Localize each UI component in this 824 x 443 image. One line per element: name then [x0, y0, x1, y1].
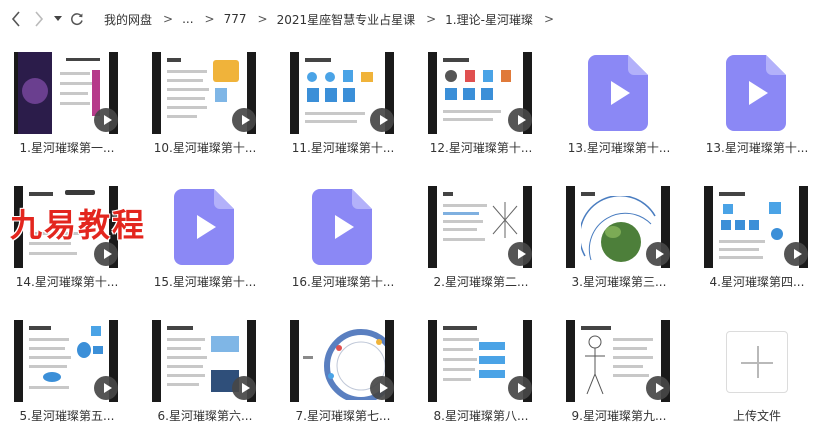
file-tile[interactable]: 8.星河璀璨第八... [414, 306, 542, 434]
video-thumbnail [290, 320, 394, 402]
play-icon [94, 376, 118, 400]
file-tile[interactable]: 5.星河璀璨第五... [0, 306, 128, 434]
file-tile[interactable]: 6.星河璀璨第六... [138, 306, 266, 434]
play-icon [508, 376, 532, 400]
breadcrumb-separator: > [543, 12, 555, 26]
play-icon [646, 242, 670, 266]
file-tile[interactable]: 9.星河璀璨第九... [552, 306, 680, 434]
upload-tile[interactable]: 上传文件 [690, 306, 818, 434]
file-name: 16.星河璀璨第十... [291, 275, 395, 289]
back-button[interactable] [8, 9, 24, 29]
file-name: 12.星河璀璨第十... [429, 141, 533, 155]
file-name: 9.星河璀璨第九... [571, 409, 667, 423]
refresh-button[interactable] [69, 9, 85, 29]
file-name: 5.星河璀璨第五... [19, 409, 115, 423]
play-icon [646, 376, 670, 400]
file-name: 2.星河璀璨第二... [433, 275, 529, 289]
file-tile[interactable]: 7.星河璀璨第七... [276, 306, 404, 434]
file-grid: 1.星河璀璨第一... 10.星河璀璨第十... 11.星河璀璨第十... 12… [0, 38, 824, 443]
video-file-thumbnail [290, 186, 394, 268]
forward-button[interactable] [31, 9, 47, 29]
file-tile[interactable]: 13.星河璀璨第十... [552, 38, 680, 166]
play-icon [370, 108, 394, 132]
play-icon [784, 242, 808, 266]
play-icon [508, 108, 532, 132]
breadcrumb-my-drive[interactable]: 我的网盘 [104, 11, 152, 28]
video-thumbnail [152, 320, 256, 402]
file-tile[interactable]: 11.星河璀璨第十... [276, 38, 404, 166]
breadcrumb-course-folder[interactable]: 2021星座智慧专业占星课 [277, 11, 416, 28]
file-tile[interactable]: 4.星河璀璨第四... [690, 172, 818, 300]
breadcrumb-ellipsis[interactable]: ... [182, 12, 193, 26]
file-tile[interactable]: 14.星河璀璨第十... [0, 172, 128, 300]
video-file-thumbnail [704, 52, 808, 134]
video-file-thumbnail [152, 186, 256, 268]
breadcrumb-separator: > [426, 12, 437, 26]
breadcrumb-separator: > [163, 12, 174, 26]
play-icon [94, 108, 118, 132]
upload-area [704, 331, 808, 413]
file-tile[interactable]: 2.星河璀璨第二... [414, 172, 542, 300]
file-name: 3.星河璀璨第三... [571, 275, 667, 289]
file-name: 14.星河璀璨第十... [15, 275, 119, 289]
video-thumbnail [428, 52, 532, 134]
file-tile[interactable]: 3.星河璀璨第三... [552, 172, 680, 300]
file-name: 13.星河璀璨第十... [567, 141, 671, 155]
plus-icon [726, 331, 788, 393]
video-file-icon [726, 55, 786, 131]
video-thumbnail [14, 320, 118, 402]
breadcrumb-folder-777[interactable]: 777 [224, 12, 247, 26]
video-thumbnail [566, 320, 670, 402]
breadcrumb: 我的网盘 > ... > 777 > 2021星座智慧专业占星课 > 1.理论-… [104, 10, 563, 28]
play-icon [370, 376, 394, 400]
video-file-icon [588, 55, 648, 131]
file-name: 10.星河璀璨第十... [153, 141, 257, 155]
file-name: 13.星河璀璨第十... [705, 141, 809, 155]
play-icon [94, 242, 118, 266]
video-thumbnail [428, 320, 532, 402]
file-name: 6.星河璀璨第六... [157, 409, 253, 423]
file-tile[interactable]: 12.星河璀璨第十... [414, 38, 542, 166]
video-file-icon [312, 189, 372, 265]
play-icon [508, 242, 532, 266]
video-thumbnail [290, 52, 394, 134]
video-thumbnail [14, 52, 118, 134]
play-icon [232, 376, 256, 400]
file-name: 7.星河璀璨第七... [295, 409, 391, 423]
file-name: 4.星河璀璨第四... [709, 275, 805, 289]
history-dropdown-button[interactable] [53, 9, 63, 29]
file-tile[interactable]: 10.星河璀璨第十... [138, 38, 266, 166]
caret-down-icon [54, 16, 62, 21]
upload-label: 上传文件 [732, 409, 781, 423]
breadcrumb-separator: > [257, 12, 268, 26]
file-tile[interactable]: 1.星河璀璨第一... [0, 38, 128, 166]
file-tile[interactable]: 16.星河璀璨第十... [276, 172, 404, 300]
file-name: 11.星河璀璨第十... [291, 141, 395, 155]
video-file-thumbnail [566, 52, 670, 134]
video-thumbnail [14, 186, 118, 268]
file-name: 1.星河璀璨第一... [19, 141, 115, 155]
video-thumbnail [428, 186, 532, 268]
video-thumbnail [152, 52, 256, 134]
chevron-right-icon [35, 11, 44, 27]
file-name: 15.星河璀璨第十... [153, 275, 257, 289]
breadcrumb-separator: > [204, 12, 215, 26]
file-name: 8.星河璀璨第八... [433, 409, 529, 423]
file-tile[interactable]: 13.星河璀璨第十... [690, 38, 818, 166]
video-thumbnail [704, 186, 808, 268]
navigation-bar: 我的网盘 > ... > 777 > 2021星座智慧专业占星课 > 1.理论-… [0, 0, 824, 38]
file-tile[interactable]: 15.星河璀璨第十... [138, 172, 266, 300]
play-icon [232, 108, 256, 132]
chevron-left-icon [11, 11, 20, 27]
video-thumbnail [566, 186, 670, 268]
breadcrumb-current-folder[interactable]: 1.理论-星河璀璨 [445, 11, 533, 28]
video-file-icon [174, 189, 234, 265]
refresh-icon [71, 13, 83, 26]
